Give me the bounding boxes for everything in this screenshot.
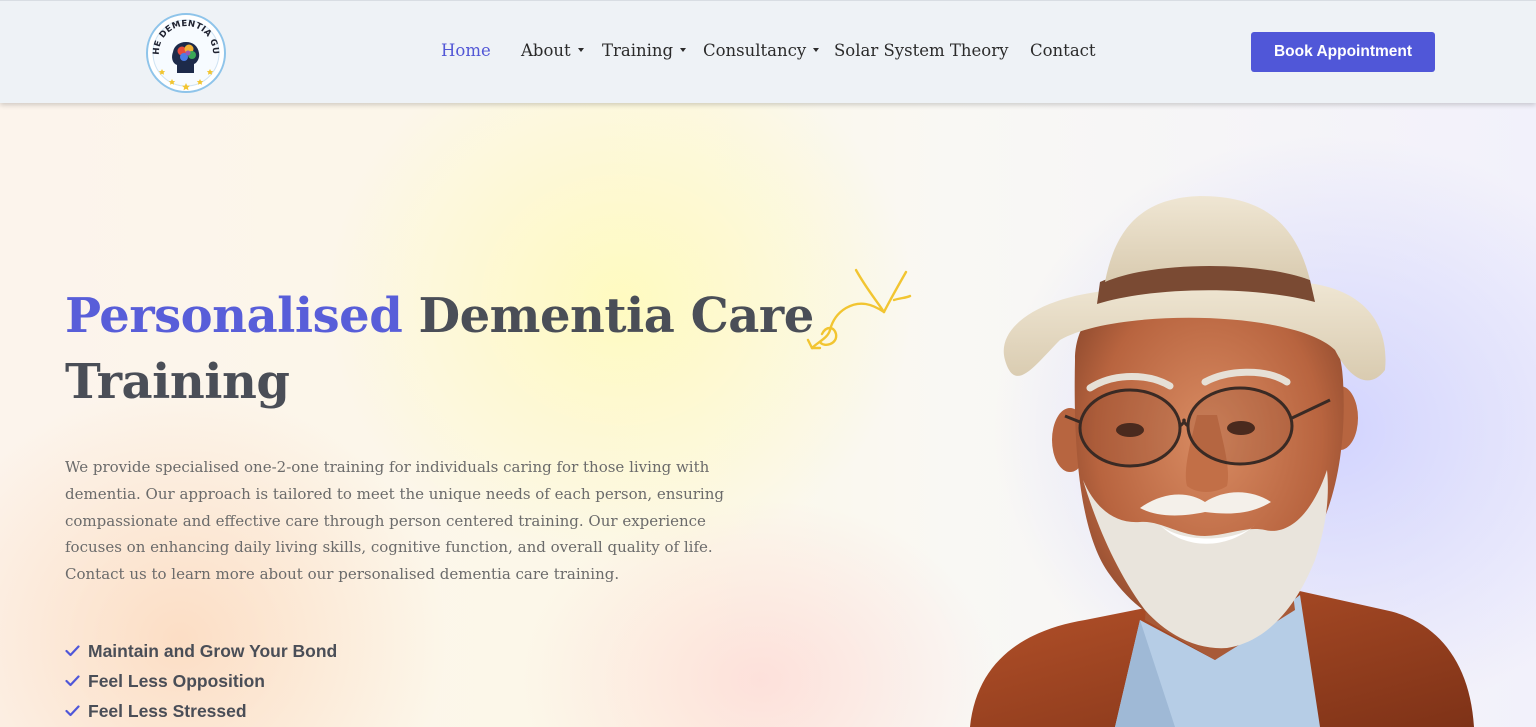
nav-home-label: Home — [441, 41, 491, 60]
hero-headline: Personalised Dementia Care Training — [65, 283, 825, 415]
elderly-man-portrait-image — [970, 196, 1474, 727]
nav-contact[interactable]: Contact — [1030, 41, 1096, 60]
headline-line2: Training — [65, 354, 290, 410]
check-icon — [65, 705, 80, 717]
feature-label: Feel Less Opposition — [88, 670, 265, 691]
feature-label: Feel Less Stressed — [88, 700, 247, 721]
caret-down-icon — [813, 48, 820, 52]
check-icon — [65, 645, 80, 657]
arrow-doodle-icon — [806, 268, 912, 350]
nav-consultancy[interactable]: Consultancy — [703, 41, 820, 60]
lead-line: We provide specialised one-2-one trainin… — [65, 458, 710, 476]
feature-item: Feel Less Opposition — [65, 666, 337, 696]
feature-list: Maintain and Grow Your Bond Feel Less Op… — [65, 636, 337, 726]
book-appointment-button[interactable]: Book Appointment — [1251, 32, 1435, 72]
nav-about[interactable]: About — [521, 41, 584, 60]
nav-home[interactable]: Home — [441, 41, 491, 60]
caret-down-icon — [680, 48, 687, 52]
nav-contact-label: Contact — [1030, 41, 1096, 60]
site-header: THE DEMENTIA GUY Home About Training Con… — [0, 0, 1536, 103]
feature-label: Maintain and Grow Your Bond — [88, 640, 338, 661]
headline-accent: Personalised — [65, 288, 403, 344]
caret-down-icon — [577, 48, 584, 52]
hero-lead-paragraph: We provide specialised one-2-one trainin… — [65, 454, 735, 588]
headline-rest: Dementia Care — [418, 288, 814, 344]
lead-line: dementia. Our approach is tailored to me… — [65, 484, 724, 503]
lead-line: Contact us to learn more about our perso… — [65, 565, 620, 584]
feature-item: Feel Less Stressed — [65, 696, 337, 726]
nav-training[interactable]: Training — [602, 41, 687, 60]
nav-solar-system-theory[interactable]: Solar System Theory — [834, 41, 1008, 60]
site-logo[interactable]: THE DEMENTIA GUY — [142, 6, 226, 93]
nav-training-label: Training — [602, 41, 674, 60]
nav-about-label: About — [521, 41, 571, 60]
nav-consultancy-label: Consultancy — [703, 41, 807, 60]
lead-line: compassionate and effective care through… — [65, 511, 706, 530]
check-icon — [65, 675, 80, 687]
feature-item: Maintain and Grow Your Bond — [65, 636, 337, 666]
lead-line: focuses on enhancing daily living skills… — [65, 538, 713, 557]
nav-solar-system-theory-label: Solar System Theory — [834, 41, 1009, 60]
